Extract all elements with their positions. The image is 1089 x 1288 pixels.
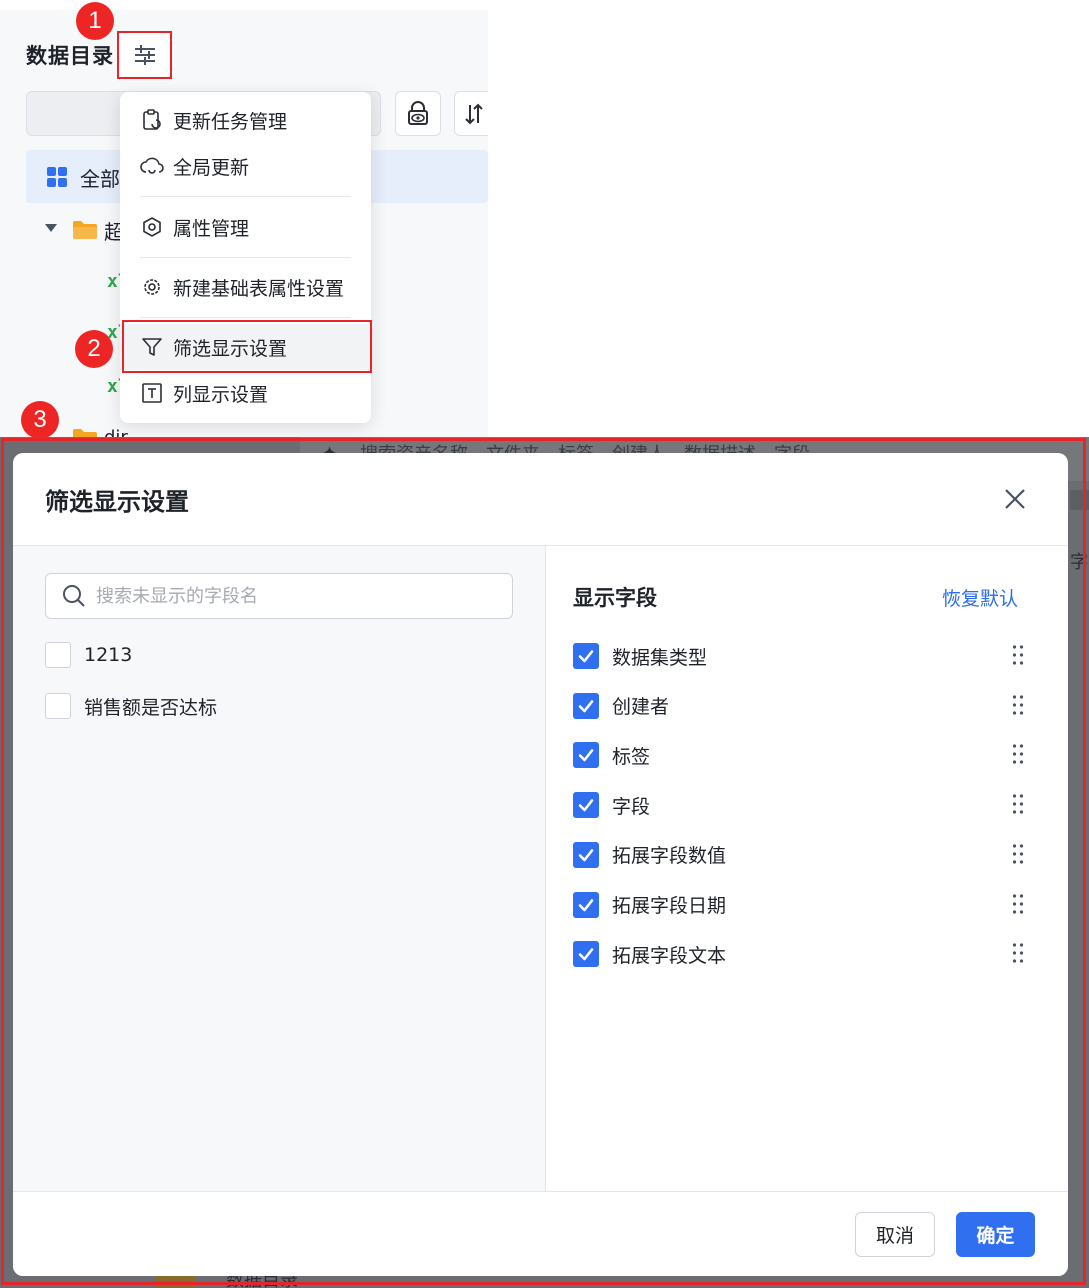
- step-badge-2: 2: [75, 330, 113, 368]
- menu-item-label: 属性管理: [173, 217, 250, 240]
- tree-all-label: 全部: [80, 167, 120, 191]
- menu-item-label: 全局更新: [173, 156, 250, 179]
- hexagon-settings-icon: [140, 215, 164, 239]
- menu-item-label: 更新任务管理: [173, 110, 288, 133]
- menu-item-label: 列显示设置: [173, 383, 269, 406]
- eye-lock-icon: [408, 100, 428, 125]
- menu-divider: [140, 196, 351, 197]
- sort-icon: [465, 103, 483, 124]
- settings-dropdown-menu: 更新任务管理 全局更新 属性管理 新建基础表属性设置 筛选显示设置 列显示设置: [120, 92, 371, 423]
- menu-divider: [140, 257, 351, 258]
- step-3-highlight-box: [1, 438, 1086, 1285]
- menu-item-column-display-settings[interactable]: 列显示设置: [120, 370, 371, 416]
- folder-icon: [73, 221, 97, 239]
- sliders-icon: [134, 45, 155, 65]
- visibility-lock-button[interactable]: [395, 91, 441, 136]
- caret-down-icon[interactable]: [45, 224, 57, 232]
- gear-icon: [140, 275, 164, 299]
- task-refresh-icon: [140, 108, 164, 132]
- step-badge-1: 1: [76, 2, 114, 40]
- step-badge-3: 3: [21, 401, 59, 439]
- sidebar-title: 数据目录: [26, 44, 114, 68]
- menu-item-update-task-management[interactable]: 更新任务管理: [120, 97, 371, 143]
- menu-item-global-update[interactable]: 全局更新: [120, 143, 371, 189]
- menu-item-new-base-table-attribute-settings[interactable]: 新建基础表属性设置: [120, 264, 371, 310]
- menu-divider: [140, 317, 351, 318]
- cloud-refresh-icon: [140, 154, 164, 178]
- filter-settings-button[interactable]: [117, 31, 172, 79]
- top-strip: [0, 0, 488, 10]
- menu-item-label: 新建基础表属性设置: [173, 277, 345, 300]
- column-icon: [140, 381, 164, 405]
- step-2-highlight-box: [122, 320, 372, 373]
- grid-apps-icon: [47, 167, 67, 187]
- menu-item-attribute-management[interactable]: 属性管理: [120, 204, 371, 250]
- sort-button[interactable]: [454, 91, 488, 136]
